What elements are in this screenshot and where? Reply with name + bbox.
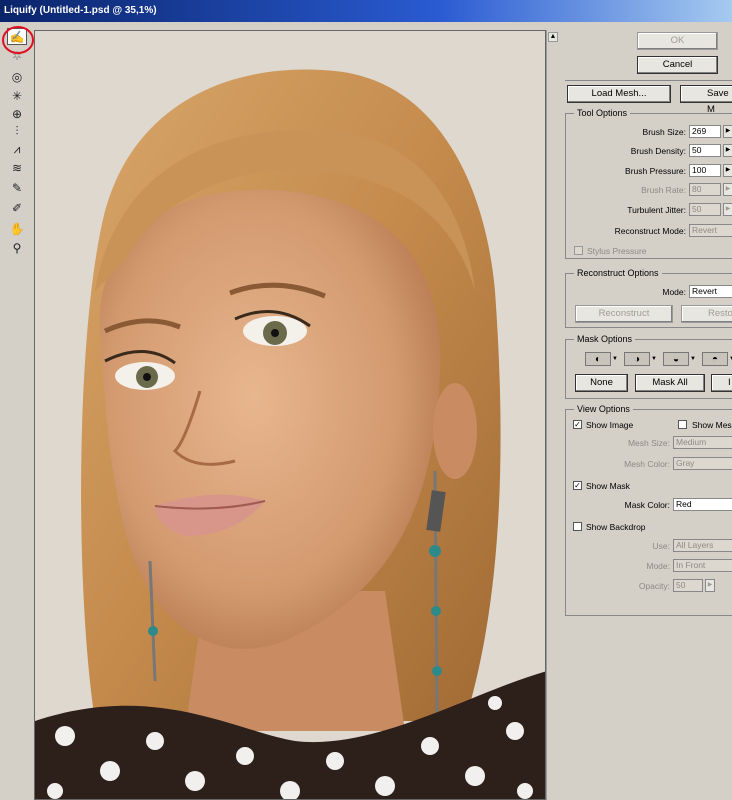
mask-replace-icon[interactable]: ◐ ▼	[585, 352, 618, 366]
reconstruct-button[interactable]: Reconstruct	[575, 305, 673, 323]
freeze-brush-icon: ✎	[11, 180, 23, 195]
hand-tool[interactable]: ✋	[7, 220, 27, 237]
tool-options-title: Tool Options	[574, 108, 631, 118]
mirror-tool[interactable]: ⩘	[7, 141, 27, 158]
push-left-tool[interactable]: ⫶	[7, 123, 27, 140]
mask-options-group: Mask Options ◐▼ ◑▼ ◒▼ ◓▼ None Mask All I	[565, 334, 732, 399]
magnifier-icon: ⚲	[12, 240, 22, 255]
backdrop-opacity-arrow-icon[interactable]: ▶	[705, 579, 715, 592]
view-options-title: View Options	[574, 404, 633, 414]
turbulent-jitter-label: Turbulent Jitter:	[627, 205, 686, 215]
zoom-tool[interactable]: ⚲	[7, 239, 27, 256]
save-mesh-button[interactable]: Save M	[680, 85, 732, 115]
forward-warp-tool[interactable]: ✍	[7, 28, 27, 45]
show-image-label: Show Image	[586, 420, 634, 430]
cancel-button[interactable]: Cancel	[637, 56, 718, 74]
pucker-icon: ✳	[11, 88, 23, 103]
brush-rate-input[interactable]: 80	[689, 183, 721, 196]
mask-subtract-icon[interactable]: ◒ ▼	[663, 352, 696, 366]
brush-size-input[interactable]: 269	[689, 125, 721, 138]
ok-button[interactable]: OK	[637, 32, 718, 50]
turbulence-icon: ✲	[11, 48, 23, 63]
view-options-group: View Options ✓ Show Image Show Mes Mesh …	[565, 404, 732, 616]
show-backdrop-label: Show Backdrop	[586, 522, 646, 532]
mask-intersect-icon[interactable]: ◓▼	[702, 352, 732, 366]
mesh-size-label: Mesh Size:	[627, 438, 670, 448]
show-mask-checkbox[interactable]: ✓	[573, 481, 582, 490]
turbulent-jitter-input[interactable]: 50	[689, 203, 721, 216]
show-mesh-checkbox[interactable]	[678, 420, 687, 429]
scroll-up-arrow-icon[interactable]: ▲	[548, 32, 558, 42]
freeze-mask-tool[interactable]: ✎	[7, 179, 27, 196]
show-mesh-label: Show Mes	[692, 420, 732, 430]
stylus-pressure-label: Stylus Pressure	[587, 246, 647, 256]
thaw-mask-tool[interactable]: ✐	[7, 199, 27, 216]
load-mesh-button[interactable]: Load Mesh...	[567, 85, 671, 103]
mask-color-select[interactable]: Red	[673, 498, 732, 511]
brush-pressure-input[interactable]: 100	[689, 164, 721, 177]
backdrop-mode-label: Mode:	[646, 561, 670, 571]
reconstruct-mode-select[interactable]: Revert	[689, 224, 732, 237]
hand-icon: ✋	[9, 221, 25, 236]
preview-canvas[interactable]	[34, 30, 546, 800]
restore-all-button[interactable]: Resto	[681, 305, 732, 323]
backdrop-opacity-input[interactable]: 50	[673, 579, 703, 592]
mask-color-label: Mask Color:	[624, 500, 670, 510]
show-image-checkbox[interactable]: ✓	[573, 420, 582, 429]
twirl-icon: ◎	[11, 69, 23, 84]
wave-icon: ≋	[11, 160, 23, 175]
turbulence-wave-tool[interactable]: ≋	[7, 159, 27, 176]
pucker-tool[interactable]: ✳	[7, 87, 27, 104]
thaw-brush-icon: ✐	[11, 200, 23, 215]
show-mask-label: Show Mask	[586, 481, 630, 491]
brush-rate-label: Brush Rate:	[641, 185, 686, 195]
brush-rate-arrow-icon[interactable]: ▶	[723, 183, 732, 196]
backdrop-use-select[interactable]: All Layers	[673, 539, 732, 552]
mask-add-icon[interactable]: ◑ ▼	[624, 352, 657, 366]
backdrop-use-label: Use:	[652, 541, 670, 551]
mesh-size-select[interactable]: Medium	[673, 436, 732, 449]
brush-density-arrow-icon[interactable]: ▶	[723, 144, 732, 157]
mesh-color-select[interactable]: Gray	[673, 457, 732, 470]
liquify-toolbar: ✍ ✲ ◎ ✳ ⊕ ⫶ ⩘ ≋ ✎ ✐ ✋ ⚲	[0, 22, 34, 800]
mask-all-button[interactable]: Mask All	[635, 374, 705, 392]
brush-size-label: Brush Size:	[642, 127, 686, 137]
reconstruct-mode-label: Reconstruct Mode:	[614, 226, 686, 236]
stylus-pressure-checkbox[interactable]	[574, 246, 583, 255]
brush-density-label: Brush Density:	[630, 146, 686, 156]
reconstruct-options-title: Reconstruct Options	[574, 268, 662, 278]
finger-icon: ✍	[9, 29, 25, 44]
backdrop-mode-select[interactable]: In Front	[673, 559, 732, 572]
reconstruct-mode-dropdown[interactable]: Revert	[689, 285, 732, 298]
brush-pressure-arrow-icon[interactable]: ▶	[723, 164, 732, 177]
push-left-icon: ⫶	[15, 124, 19, 138]
reconstruct-options-group: Reconstruct Options Mode: Revert Reconst…	[565, 268, 732, 328]
portrait-photo	[35, 31, 545, 799]
mesh-color-label: Mesh Color:	[624, 459, 670, 469]
twirl-tool[interactable]: ◎	[7, 68, 27, 85]
options-panel: OK Cancel Load Mesh... Save M Tool Optio…	[560, 22, 732, 800]
backdrop-opacity-label: Opacity:	[638, 581, 670, 591]
bloat-icon: ⊕	[11, 106, 23, 121]
vertical-scrollbar[interactable]: ▲	[546, 30, 558, 800]
brush-size-arrow-icon[interactable]: ▶	[723, 125, 732, 138]
mirror-icon: ⩘	[13, 142, 21, 156]
divider	[565, 80, 732, 81]
turbulence-tool[interactable]: ✲	[7, 47, 27, 64]
reconstruct-mode-label-2: Mode:	[662, 287, 686, 297]
brush-density-input[interactable]: 50	[689, 144, 721, 157]
tool-options-group: Tool Options Brush Size: 269 ▶ Brush Den…	[565, 108, 732, 259]
invert-all-button[interactable]: I	[711, 374, 732, 392]
mask-none-button[interactable]: None	[575, 374, 628, 392]
bloat-tool[interactable]: ⊕	[7, 105, 27, 122]
brush-pressure-label: Brush Pressure:	[625, 166, 686, 176]
turbulent-jitter-arrow-icon[interactable]: ▶	[723, 203, 732, 216]
mask-options-title: Mask Options	[574, 334, 636, 344]
show-backdrop-checkbox[interactable]	[573, 522, 582, 531]
window-title: Liquify (Untitled-1.psd @ 35,1%)	[0, 0, 732, 22]
